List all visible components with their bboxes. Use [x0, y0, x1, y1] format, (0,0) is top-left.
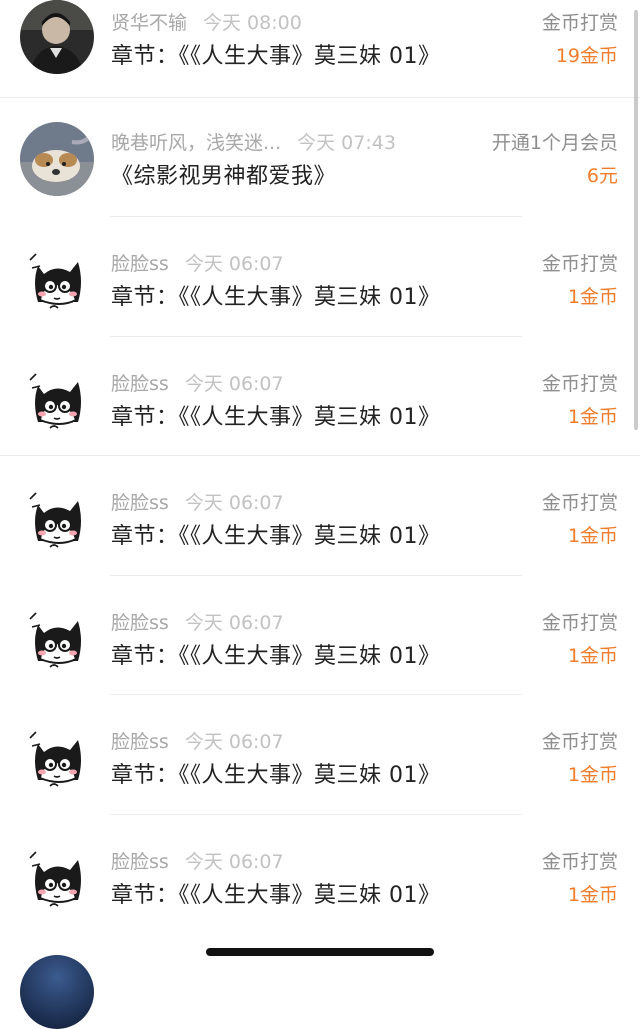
timestamp: 今天 06:07	[184, 850, 284, 873]
transaction-type: 开通1个月会员	[491, 132, 618, 154]
timestamp: 今天 06:07	[184, 253, 284, 275]
item-description: 章节：《《人生大事》莫三妹 01》	[111, 763, 441, 788]
cat-sticker-icon	[29, 492, 81, 548]
username: 脸脸ss	[111, 850, 169, 873]
avatar[interactable]	[20, 720, 94, 794]
item-description: 章节：《《人生大事》莫三妹 01》	[111, 285, 441, 310]
list-item[interactable]: 晚巷听风，浅笑迷... 今天 07:43 《综影视男神都爱我》 开通1个月会员 6…	[0, 98, 640, 217]
transaction-type: 金币打赏	[541, 372, 618, 395]
row-meta: 脸脸ss 今天 06:07	[111, 369, 284, 396]
transaction-type: 金币打赏	[541, 850, 618, 873]
timestamp: 今天 06:07	[184, 731, 284, 753]
list-item[interactable]: 脸脸ss 今天 06:07 章节：《《人生大事》莫三妹 01》 金币打赏 1金币	[0, 695, 640, 815]
avatar[interactable]	[20, 122, 94, 196]
cat-sticker-icon	[29, 253, 81, 309]
row-meta: 脸脸ss 今天 06:07	[111, 727, 284, 754]
avatar[interactable]	[20, 600, 94, 675]
timestamp: 今天 08:00	[203, 12, 302, 34]
username: 脸脸ss	[111, 731, 169, 753]
avatar[interactable]	[20, 481, 94, 555]
transaction-type: 金币打赏	[541, 731, 618, 753]
username: 贤华不输	[111, 12, 188, 34]
transaction-amount: 19金币	[555, 45, 618, 67]
reward-list: 贤华不输 今天 08:00 章节：《《人生大事》莫三妹 01》 金币打赏 19金币…	[0, 0, 640, 934]
transaction-type: 金币打赏	[541, 12, 618, 34]
avatar[interactable]	[20, 955, 94, 1029]
cat-sticker-icon	[29, 611, 81, 668]
avatar[interactable]	[20, 361, 94, 436]
item-description: 章节：《《人生大事》莫三妹 01》	[111, 882, 441, 908]
transaction-amount: 1金币	[567, 286, 618, 308]
transaction-amount: 1金币	[567, 644, 618, 667]
item-description: 章节：《《人生大事》莫三妹 01》	[111, 524, 441, 549]
transaction-amount: 1金币	[567, 405, 618, 428]
avatar[interactable]	[20, 0, 94, 74]
list-item[interactable]: 脸脸ss 今天 06:07 章节：《《人生大事》莫三妹 01》 金币打赏 1金币	[0, 815, 640, 935]
username: 脸脸ss	[111, 253, 169, 275]
cat-sticker-icon	[29, 731, 81, 787]
avatar[interactable]	[20, 242, 94, 316]
username: 晚巷听风，浅笑迷...	[111, 132, 282, 154]
row-meta: 贤华不输 今天 08:00	[111, 8, 302, 35]
timestamp: 今天 06:07	[184, 611, 284, 634]
list-item[interactable]: 脸脸ss 今天 06:07 章节：《《人生大事》莫三妹 01》 金币打赏 1金币	[0, 337, 640, 456]
cat-sticker-icon	[29, 372, 81, 429]
username: 脸脸ss	[111, 611, 169, 634]
avatar[interactable]	[20, 839, 94, 914]
list-item[interactable]: 脸脸ss 今天 06:07 章节：《《人生大事》莫三妹 01》 金币打赏 1金币	[0, 576, 640, 695]
item-description: 章节：《《人生大事》莫三妹 01》	[111, 44, 441, 69]
photo-man-icon	[20, 0, 94, 74]
row-meta: 脸脸ss 今天 06:07	[111, 488, 284, 515]
row-meta: 晚巷听风，浅笑迷... 今天 07:43	[111, 128, 396, 155]
list-item[interactable]: 贤华不输 今天 08:00 章节：《《人生大事》莫三妹 01》 金币打赏 19金币	[0, 0, 640, 98]
scrollbar[interactable]	[634, 10, 638, 430]
photo-dog-icon	[20, 122, 94, 196]
timestamp: 今天 06:07	[184, 372, 284, 395]
timestamp: 今天 06:07	[184, 492, 284, 514]
username: 脸脸ss	[111, 492, 169, 514]
item-description: 《综影视男神都爱我》	[111, 164, 337, 189]
row-meta: 脸脸ss 今天 06:07	[111, 608, 284, 635]
transaction-type: 金币打赏	[541, 253, 618, 275]
username: 脸脸ss	[111, 372, 169, 395]
row-meta: 脸脸ss 今天 06:07	[111, 847, 284, 874]
transaction-type: 金币打赏	[541, 611, 618, 634]
list-item[interactable]: 脸脸ss 今天 06:07 章节：《《人生大事》莫三妹 01》 金币打赏 1金币	[0, 217, 640, 337]
transaction-amount: 6元	[586, 165, 618, 187]
item-description: 章节：《《人生大事》莫三妹 01》	[111, 404, 441, 430]
transaction-amount: 1金币	[567, 764, 618, 786]
timestamp: 今天 07:43	[297, 132, 396, 154]
transaction-type: 金币打赏	[541, 492, 618, 514]
cat-sticker-icon	[29, 850, 81, 907]
transaction-amount: 1金币	[567, 525, 618, 547]
transaction-amount: 1金币	[567, 883, 618, 906]
home-indicator[interactable]	[206, 948, 434, 956]
row-meta: 脸脸ss 今天 06:07	[111, 249, 284, 276]
list-item[interactable]: 脸脸ss 今天 06:07 章节：《《人生大事》莫三妹 01》 金币打赏 1金币	[0, 456, 640, 576]
item-description: 章节：《《人生大事》莫三妹 01》	[111, 643, 441, 669]
